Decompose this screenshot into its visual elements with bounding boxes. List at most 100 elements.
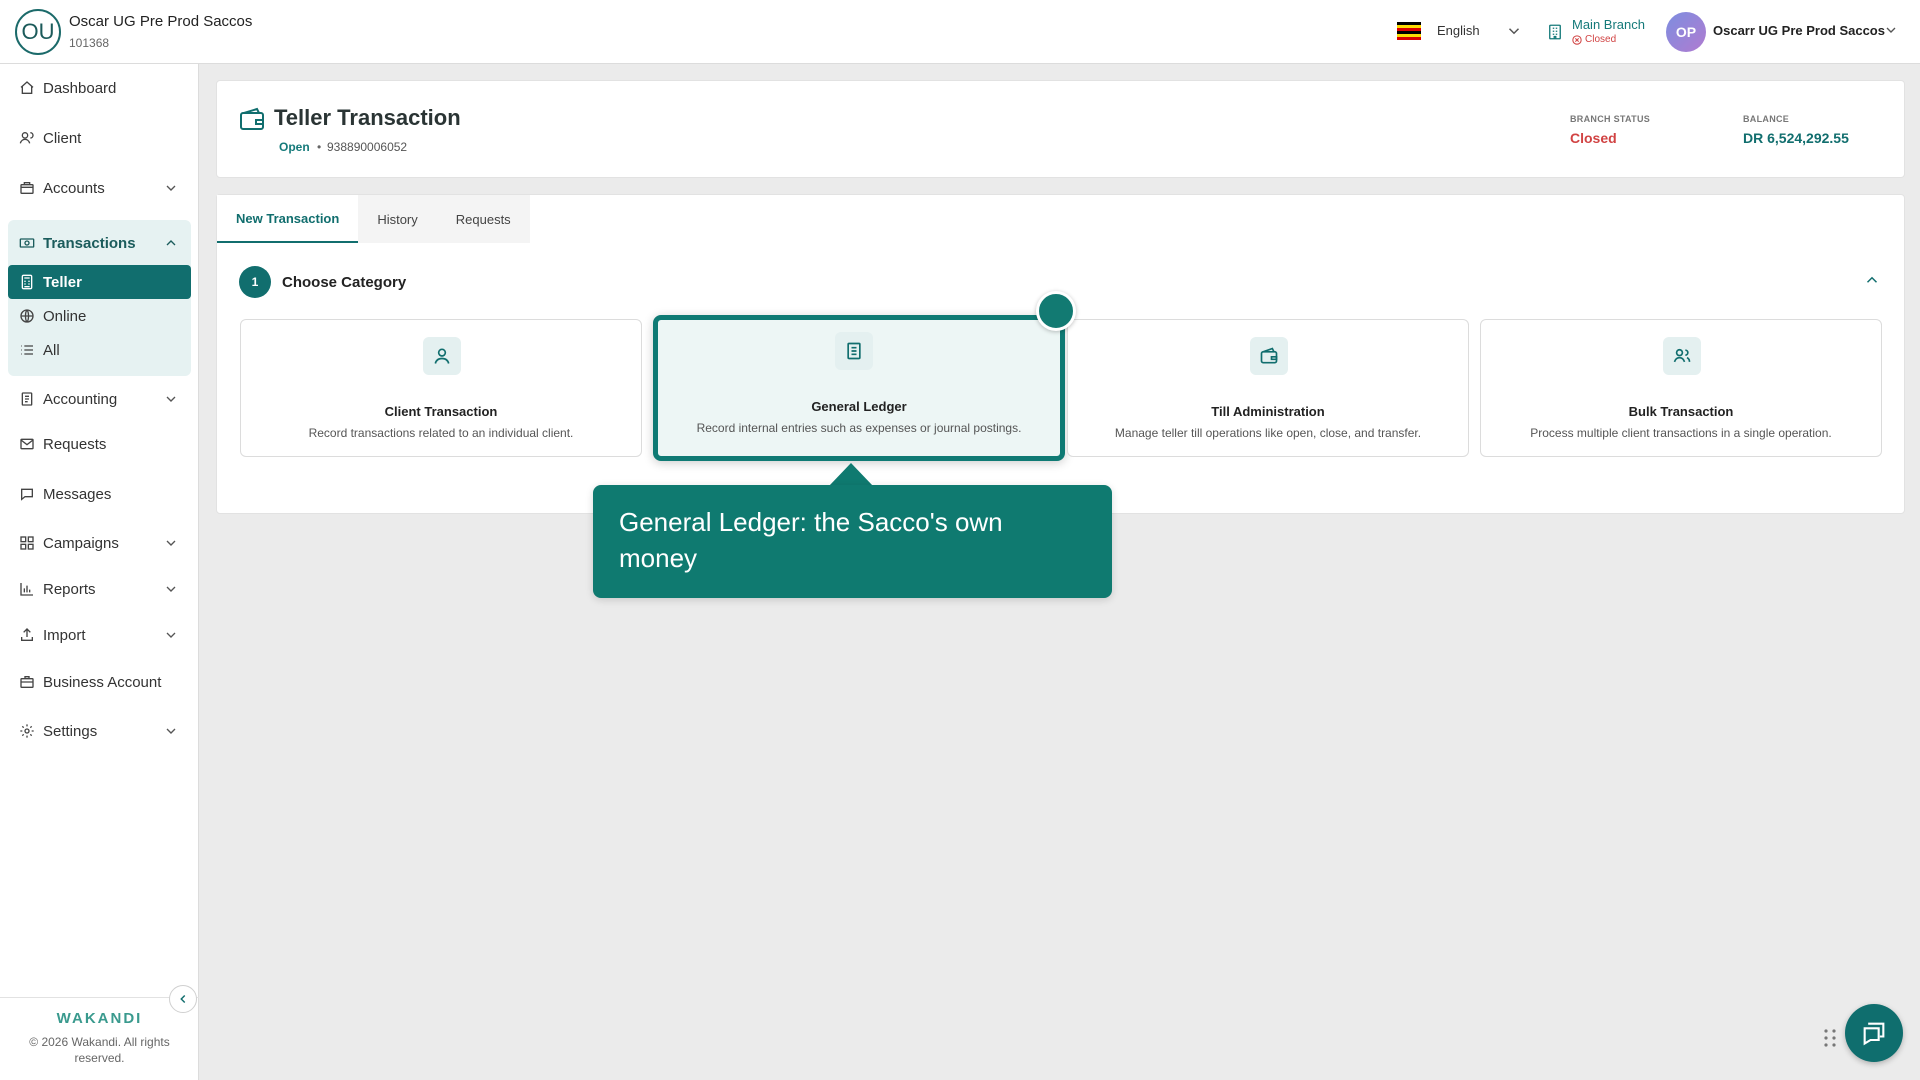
chevron-down-icon — [166, 728, 176, 734]
collapse-sidebar-button[interactable] — [169, 985, 197, 1013]
language-selector[interactable]: English — [1437, 23, 1480, 38]
category-card-general-ledger[interactable]: General Ledger Record internal entries s… — [653, 315, 1065, 461]
building-icon — [1549, 24, 1561, 40]
briefcase-icon — [20, 676, 34, 688]
transactions-group: Transactions Teller Online All — [8, 220, 191, 376]
card-description: Record transactions related to an indivi… — [308, 426, 574, 440]
separator-dot: • — [317, 140, 322, 154]
sidebar-item-dashboard[interactable]: Dashboard — [8, 71, 191, 105]
sidebar-item-settings[interactable]: Settings — [8, 714, 191, 748]
sidebar-item-import[interactable]: Import — [8, 618, 191, 652]
guide-tooltip: General Ledger: the Sacco's own money — [593, 485, 1112, 598]
tab-new-transaction[interactable]: New Transaction — [217, 195, 359, 243]
grid-icon — [20, 536, 34, 550]
category-card-client-transaction[interactable]: Client Transaction Record transactions r… — [240, 319, 642, 457]
chevron-up-icon — [166, 240, 176, 246]
sidebar-item-accounts[interactable]: Accounts — [8, 171, 191, 205]
chevron-down-icon — [166, 396, 176, 402]
wallet-icon — [1250, 337, 1288, 375]
sidebar-item-label: Transactions — [43, 234, 136, 252]
sidebar-subitem-all[interactable]: All — [8, 333, 191, 367]
balance-value: DR 6,524,292.55 — [1743, 130, 1849, 146]
wallet-icon — [240, 107, 264, 130]
home-icon — [20, 81, 34, 94]
sidebar-item-label: All — [43, 341, 60, 359]
sidebar-item-label: Online — [43, 307, 87, 325]
user-name[interactable]: Oscarr UG Pre Prod Saccos — [1713, 23, 1885, 38]
tab-history[interactable]: History — [358, 195, 437, 243]
sidebar-item-label: Accounting — [43, 390, 118, 408]
brand-logo: WAKANDI — [56, 1010, 143, 1027]
sidebar-item-label: Accounts — [43, 179, 105, 197]
group-icon — [1663, 337, 1701, 375]
mail-icon — [20, 438, 34, 450]
drag-handle-icon[interactable] — [1823, 1028, 1837, 1048]
chevron-down-icon[interactable] — [1883, 22, 1899, 38]
sidebar-item-label: Import — [43, 626, 86, 644]
upload-icon — [21, 628, 33, 641]
person-icon — [423, 337, 461, 375]
chevron-down-icon[interactable] — [1505, 22, 1523, 40]
card-description: Process multiple client transactions in … — [1530, 426, 1832, 440]
gear-icon — [20, 724, 34, 738]
page-title: Teller Transaction — [274, 105, 461, 130]
tooltip-arrow — [829, 463, 873, 486]
sidebar-subitem-teller[interactable]: Teller — [8, 265, 191, 299]
org-avatar[interactable]: OU — [15, 9, 61, 55]
branch-status-label: BRANCH STATUS — [1570, 114, 1651, 124]
org-id: 101368 — [69, 36, 110, 50]
calculator-icon — [21, 274, 33, 290]
sidebar-subitem-online[interactable]: Online — [8, 299, 191, 333]
step-title: Choose Category — [282, 274, 407, 291]
sidebar-item-transactions[interactable]: Transactions — [8, 226, 191, 260]
message-icon — [21, 488, 33, 501]
branch-name[interactable]: Main Branch — [1572, 17, 1645, 32]
balance-label: BALANCE — [1743, 114, 1790, 124]
sidebar-item-label: Messages — [43, 485, 112, 503]
card-description: Manage teller till operations like open,… — [1114, 426, 1422, 440]
chevron-up-icon[interactable] — [1863, 271, 1881, 289]
chat-button[interactable] — [1845, 1004, 1903, 1062]
tab-requests[interactable]: Requests — [436, 195, 530, 243]
ledger-icon — [835, 332, 873, 370]
chevron-down-icon — [166, 632, 176, 638]
top-header: OU Oscar UG Pre Prod Saccos 101368 Engli… — [0, 0, 1920, 64]
sidebar-item-campaigns[interactable]: Campaigns — [8, 526, 191, 560]
list-icon — [21, 345, 33, 355]
sidebar-item-label: Dashboard — [43, 79, 117, 97]
sidebar-item-reports[interactable]: Reports — [8, 572, 191, 606]
users-icon — [19, 132, 34, 144]
book-icon — [21, 392, 33, 406]
sidebar-item-label: Client — [43, 129, 82, 147]
sidebar-item-requests[interactable]: Requests — [8, 427, 191, 461]
sidebar-item-label: Requests — [43, 435, 107, 453]
bar-chart-icon — [20, 583, 33, 596]
branch-status-value: Closed — [1570, 130, 1617, 146]
tab-bar: New Transaction History Requests — [217, 195, 530, 243]
till-state: Open — [279, 140, 310, 154]
transaction-panel: New Transaction History Requests 1 Choos… — [216, 194, 1905, 514]
org-name: Oscar UG Pre Prod Saccos — [69, 13, 253, 30]
sidebar-item-label: Reports — [43, 580, 96, 598]
copyright-text: © 2026 Wakandi. All rights reserved. — [29, 1035, 170, 1065]
card-description: Record internal entries such as expenses… — [696, 421, 1022, 435]
guide-pin-marker[interactable] — [1036, 291, 1076, 331]
sidebar-item-label: Campaigns — [43, 534, 119, 552]
branch-status-badge: Closed — [1572, 34, 1616, 45]
x-circle-icon — [1572, 34, 1582, 45]
sidebar-item-accounting[interactable]: Accounting — [8, 382, 191, 416]
branch-status-text: Closed — [1585, 34, 1617, 45]
sidebar-item-client[interactable]: Client — [8, 121, 191, 155]
card-title: Client Transaction — [384, 404, 498, 419]
step-number: 1 — [239, 266, 271, 298]
sidebar-item-messages[interactable]: Messages — [8, 477, 191, 511]
cash-icon — [19, 238, 35, 248]
uganda-flag-icon[interactable] — [1397, 22, 1421, 40]
sidebar-item-business-account[interactable]: Business Account — [8, 665, 191, 699]
chevron-down-icon — [166, 586, 176, 592]
category-card-bulk-transaction[interactable]: Bulk Transaction Process multiple client… — [1480, 319, 1882, 457]
category-card-till-administration[interactable]: Till Administration Manage teller till o… — [1067, 319, 1469, 457]
globe-icon — [20, 309, 34, 323]
chevron-left-icon — [180, 994, 186, 1004]
user-avatar[interactable]: OP — [1666, 12, 1706, 52]
